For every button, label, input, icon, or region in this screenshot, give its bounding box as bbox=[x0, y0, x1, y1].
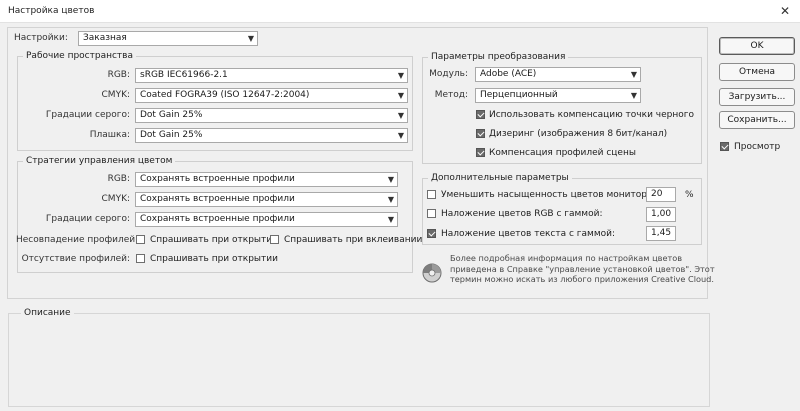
preview-checkbox[interactable] bbox=[720, 142, 729, 151]
chevron-down-icon: ▼ bbox=[630, 91, 637, 100]
policy-rgb-label: RGB: bbox=[107, 174, 130, 184]
preview-label: Просмотр bbox=[734, 142, 781, 152]
description-group bbox=[8, 313, 710, 407]
policy-rgb-select[interactable]: Сохранять встроенные профили ▼ bbox=[135, 172, 398, 187]
policy-cmyk-label: CMYK: bbox=[101, 194, 130, 204]
blend-text-label: Наложение цветов текста с гаммой: bbox=[441, 229, 616, 239]
advanced-title: Дополнительные параметры bbox=[428, 172, 572, 184]
scene-profiles-label: Компенсация профилей сцены bbox=[489, 148, 636, 158]
ws-spot-select[interactable]: Dot Gain 25% ▼ bbox=[135, 128, 408, 143]
policy-rgb-value: Сохранять встроенные профили bbox=[140, 174, 295, 184]
desaturate-label: Уменьшить насыщенность цветов монитора н… bbox=[441, 190, 670, 200]
mismatch-ask-paste-checkbox[interactable] bbox=[270, 235, 279, 244]
chevron-down-icon: ▼ bbox=[397, 71, 404, 80]
chevron-down-icon: ▼ bbox=[630, 70, 637, 79]
title-bar: Настройка цветов ✕ bbox=[0, 0, 800, 23]
ws-spot-label: Плашка: bbox=[89, 130, 130, 140]
window-title: Настройка цветов bbox=[8, 6, 95, 16]
mismatch-ask-open-label: Спрашивать при открытии bbox=[150, 235, 278, 245]
scene-profiles-checkbox[interactable] bbox=[476, 148, 485, 157]
desaturate-input[interactable]: 20 bbox=[646, 187, 676, 202]
ws-rgb-value: sRGB IEC61966-2.1 bbox=[140, 70, 228, 80]
black-point-checkbox[interactable] bbox=[476, 110, 485, 119]
blend-rgb-input[interactable]: 1,00 bbox=[646, 207, 676, 222]
intent-label: Метод: bbox=[434, 90, 468, 100]
load-button[interactable]: Загрузить... bbox=[719, 88, 795, 106]
blend-text-input[interactable]: 1,45 bbox=[646, 226, 676, 241]
settings-label: Настройки: bbox=[14, 33, 68, 43]
mismatch-label: Несовпадение профилей: bbox=[16, 235, 139, 245]
chevron-down-icon: ▼ bbox=[397, 111, 404, 120]
info-line: приведена в Справке "управление установк… bbox=[450, 263, 715, 274]
ws-cmyk-select[interactable]: Coated FOGRA39 (ISO 12647-2:2004) ▼ bbox=[135, 88, 408, 103]
chevron-down-icon: ▼ bbox=[387, 215, 394, 224]
chevron-down-icon: ▼ bbox=[397, 91, 404, 100]
ws-gray-value: Dot Gain 25% bbox=[140, 110, 203, 120]
mismatch-ask-paste-label: Спрашивать при вклеивании bbox=[284, 235, 423, 245]
conversion-title: Параметры преобразования bbox=[428, 51, 569, 63]
info-line: Более подробная информация по настройкам… bbox=[450, 253, 683, 263]
ok-button[interactable]: OK bbox=[719, 37, 795, 55]
policy-cmyk-select[interactable]: Сохранять встроенные профили ▼ bbox=[135, 192, 398, 207]
missing-ask-open-label: Спрашивать при открытии bbox=[150, 254, 278, 264]
info-text: Более подробная информация по настройкам… bbox=[450, 253, 715, 285]
ws-cmyk-label: CMYK: bbox=[101, 90, 130, 100]
engine-label: Модуль: bbox=[429, 69, 468, 79]
working-spaces-title: Рабочие пространства bbox=[23, 50, 136, 62]
description-title: Описание bbox=[21, 307, 74, 319]
policy-cmyk-value: Сохранять встроенные профили bbox=[140, 194, 295, 204]
policy-gray-select[interactable]: Сохранять встроенные профили ▼ bbox=[135, 212, 398, 227]
close-icon[interactable]: ✕ bbox=[780, 4, 790, 18]
desaturate-unit: % bbox=[685, 190, 694, 200]
settings-value: Заказная bbox=[83, 33, 127, 43]
settings-select[interactable]: Заказная ▼ bbox=[78, 31, 258, 46]
info-line: термин можно искать из любого приложения… bbox=[450, 274, 714, 284]
policy-gray-label: Градации серого: bbox=[45, 214, 130, 224]
chevron-down-icon: ▼ bbox=[247, 34, 254, 43]
blend-rgb-label: Наложение цветов RGB с гаммой: bbox=[441, 209, 603, 219]
color-wheel-icon bbox=[422, 263, 442, 283]
mismatch-ask-open-checkbox[interactable] bbox=[136, 235, 145, 244]
ws-gray-select[interactable]: Dot Gain 25% ▼ bbox=[135, 108, 408, 123]
engine-select[interactable]: Adobe (ACE) ▼ bbox=[475, 67, 641, 82]
ws-cmyk-value: Coated FOGRA39 (ISO 12647-2:2004) bbox=[140, 90, 310, 100]
blend-text-checkbox[interactable] bbox=[427, 229, 436, 238]
intent-select[interactable]: Перцепционный ▼ bbox=[475, 88, 641, 103]
save-button[interactable]: Сохранить... bbox=[719, 111, 795, 129]
policies-title: Стратегии управления цветом bbox=[23, 155, 176, 167]
ws-rgb-select[interactable]: sRGB IEC61966-2.1 ▼ bbox=[135, 68, 408, 83]
policy-gray-value: Сохранять встроенные профили bbox=[140, 214, 295, 224]
desaturate-checkbox[interactable] bbox=[427, 190, 436, 199]
dither-label: Дизеринг (изображения 8 бит/канал) bbox=[489, 129, 668, 139]
missing-label: Отсутствие профилей: bbox=[21, 254, 130, 264]
ws-gray-label: Градации серого: bbox=[45, 110, 130, 120]
blend-rgb-checkbox[interactable] bbox=[427, 209, 436, 218]
engine-value: Adobe (ACE) bbox=[480, 69, 537, 79]
dither-checkbox[interactable] bbox=[476, 129, 485, 138]
cancel-button[interactable]: Отмена bbox=[719, 63, 795, 81]
black-point-label: Использовать компенсацию точки черного bbox=[489, 110, 694, 120]
chevron-down-icon: ▼ bbox=[387, 195, 394, 204]
chevron-down-icon: ▼ bbox=[387, 175, 394, 184]
intent-value: Перцепционный bbox=[480, 90, 558, 100]
chevron-down-icon: ▼ bbox=[397, 131, 404, 140]
ws-spot-value: Dot Gain 25% bbox=[140, 130, 203, 140]
ws-rgb-label: RGB: bbox=[107, 70, 130, 80]
missing-ask-open-checkbox[interactable] bbox=[136, 254, 145, 263]
